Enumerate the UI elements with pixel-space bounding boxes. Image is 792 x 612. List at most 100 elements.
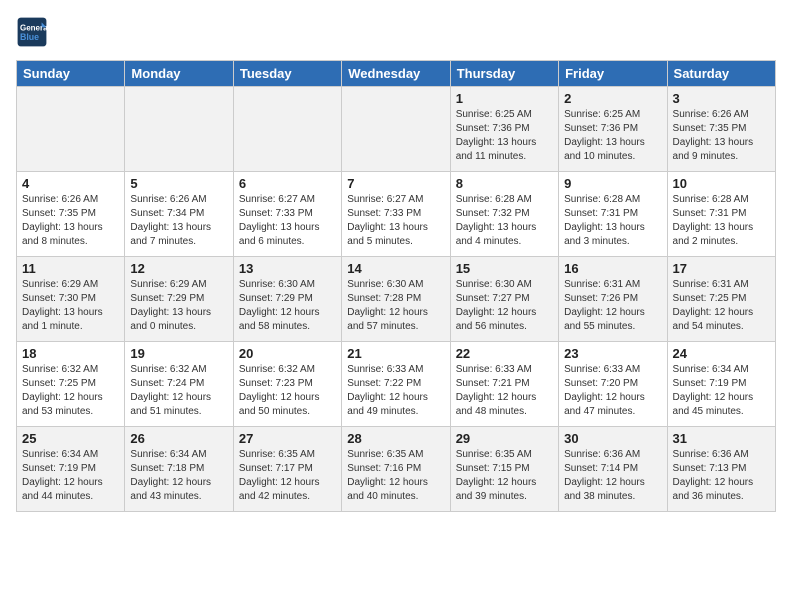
day-detail: Sunrise: 6:34 AM Sunset: 7:19 PM Dayligh…: [22, 448, 119, 504]
calendar-week-row: 11 Sunrise: 6:29 AM Sunset: 7:30 PM Dayli…: [17, 257, 776, 342]
day-number: 12: [130, 261, 227, 276]
column-header-monday: Monday: [125, 61, 233, 87]
day-number: 26: [130, 431, 227, 446]
day-detail: Sunrise: 6:26 AM Sunset: 7:35 PM Dayligh…: [22, 193, 119, 249]
day-detail: Sunrise: 6:27 AM Sunset: 7:33 PM Dayligh…: [239, 193, 336, 249]
day-detail: Sunrise: 6:29 AM Sunset: 7:30 PM Dayligh…: [22, 278, 119, 334]
day-detail: Sunrise: 6:35 AM Sunset: 7:15 PM Dayligh…: [456, 448, 553, 504]
svg-text:Blue: Blue: [20, 32, 39, 42]
calendar-cell: 7Sunrise: 6:27 AM Sunset: 7:33 PM Daylig…: [342, 172, 450, 257]
calendar-cell: 16 Sunrise: 6:31 AM Sunset: 7:26 PM Dayli…: [559, 257, 667, 342]
calendar-cell: 8Sunrise: 6:28 AM Sunset: 7:32 PM Daylig…: [450, 172, 558, 257]
calendar-cell: 31 Sunrise: 6:36 AM Sunset: 7:13 PM Dayli…: [667, 427, 775, 512]
day-number: 20: [239, 346, 336, 361]
calendar-cell: [125, 87, 233, 172]
day-number: 28: [347, 431, 444, 446]
calendar-cell: 9 Sunrise: 6:28 AM Sunset: 7:31 PM Daylig…: [559, 172, 667, 257]
day-detail: Sunrise: 6:30 AM Sunset: 7:27 PM Dayligh…: [456, 278, 553, 334]
column-header-wednesday: Wednesday: [342, 61, 450, 87]
day-detail: Sunrise: 6:35 AM Sunset: 7:17 PM Dayligh…: [239, 448, 336, 504]
day-detail: Sunrise: 6:29 AM Sunset: 7:29 PM Dayligh…: [130, 278, 227, 334]
calendar-cell: 23Sunrise: 6:33 AM Sunset: 7:20 PM Dayli…: [559, 342, 667, 427]
day-number: 13: [239, 261, 336, 276]
day-number: 18: [22, 346, 119, 361]
day-detail: Sunrise: 6:34 AM Sunset: 7:18 PM Dayligh…: [130, 448, 227, 504]
column-header-saturday: Saturday: [667, 61, 775, 87]
calendar-cell: 29 Sunrise: 6:35 AM Sunset: 7:15 PM Dayli…: [450, 427, 558, 512]
logo: General Blue: [16, 16, 52, 48]
calendar-week-row: 18Sunrise: 6:32 AM Sunset: 7:25 PM Dayli…: [17, 342, 776, 427]
day-number: 16: [564, 261, 661, 276]
calendar-cell: 20 Sunrise: 6:32 AM Sunset: 7:23 PM Dayli…: [233, 342, 341, 427]
day-detail: Sunrise: 6:36 AM Sunset: 7:13 PM Dayligh…: [673, 448, 770, 504]
calendar-cell: [17, 87, 125, 172]
calendar-cell: 21 Sunrise: 6:33 AM Sunset: 7:22 PM Dayli…: [342, 342, 450, 427]
day-number: 27: [239, 431, 336, 446]
day-number: 8: [456, 176, 553, 191]
day-detail: Sunrise: 6:33 AM Sunset: 7:21 PM Dayligh…: [456, 363, 553, 419]
day-number: 19: [130, 346, 227, 361]
day-detail: Sunrise: 6:31 AM Sunset: 7:25 PM Dayligh…: [673, 278, 770, 334]
day-detail: Sunrise: 6:26 AM Sunset: 7:34 PM Dayligh…: [130, 193, 227, 249]
day-detail: Sunrise: 6:36 AM Sunset: 7:14 PM Dayligh…: [564, 448, 661, 504]
day-number: 17: [673, 261, 770, 276]
column-header-sunday: Sunday: [17, 61, 125, 87]
day-detail: Sunrise: 6:35 AM Sunset: 7:16 PM Dayligh…: [347, 448, 444, 504]
column-header-tuesday: Tuesday: [233, 61, 341, 87]
calendar-cell: 18Sunrise: 6:32 AM Sunset: 7:25 PM Dayli…: [17, 342, 125, 427]
day-detail: Sunrise: 6:32 AM Sunset: 7:23 PM Dayligh…: [239, 363, 336, 419]
day-number: 9: [564, 176, 661, 191]
calendar-cell: 1 Sunrise: 6:25 AM Sunset: 7:36 PM Daylig…: [450, 87, 558, 172]
day-number: 2: [564, 91, 661, 106]
day-number: 3: [673, 91, 770, 106]
day-detail: Sunrise: 6:25 AM Sunset: 7:36 PM Dayligh…: [456, 108, 553, 164]
column-header-friday: Friday: [559, 61, 667, 87]
calendar-cell: 3Sunrise: 6:26 AM Sunset: 7:35 PM Daylig…: [667, 87, 775, 172]
day-number: 14: [347, 261, 444, 276]
calendar-cell: 17 Sunrise: 6:31 AM Sunset: 7:25 PM Dayli…: [667, 257, 775, 342]
day-detail: Sunrise: 6:28 AM Sunset: 7:31 PM Dayligh…: [564, 193, 661, 249]
day-detail: Sunrise: 6:33 AM Sunset: 7:20 PM Dayligh…: [564, 363, 661, 419]
day-number: 1: [456, 91, 553, 106]
calendar-cell: 28 Sunrise: 6:35 AM Sunset: 7:16 PM Dayli…: [342, 427, 450, 512]
day-number: 22: [456, 346, 553, 361]
calendar-header-row: SundayMondayTuesdayWednesdayThursdayFrid…: [17, 61, 776, 87]
day-detail: Sunrise: 6:34 AM Sunset: 7:19 PM Dayligh…: [673, 363, 770, 419]
day-detail: Sunrise: 6:31 AM Sunset: 7:26 PM Dayligh…: [564, 278, 661, 334]
calendar-cell: 19Sunrise: 6:32 AM Sunset: 7:24 PM Dayli…: [125, 342, 233, 427]
calendar-cell: 22 Sunrise: 6:33 AM Sunset: 7:21 PM Dayli…: [450, 342, 558, 427]
calendar-cell: 30 Sunrise: 6:36 AM Sunset: 7:14 PM Dayli…: [559, 427, 667, 512]
calendar-week-row: 4 Sunrise: 6:26 AM Sunset: 7:35 PM Daylig…: [17, 172, 776, 257]
day-number: 5: [130, 176, 227, 191]
calendar-cell: 13Sunrise: 6:30 AM Sunset: 7:29 PM Dayli…: [233, 257, 341, 342]
day-number: 31: [673, 431, 770, 446]
day-number: 11: [22, 261, 119, 276]
logo-icon: General Blue: [16, 16, 48, 48]
calendar-week-row: 25Sunrise: 6:34 AM Sunset: 7:19 PM Dayli…: [17, 427, 776, 512]
day-number: 30: [564, 431, 661, 446]
day-number: 21: [347, 346, 444, 361]
day-number: 15: [456, 261, 553, 276]
calendar-cell: 12 Sunrise: 6:29 AM Sunset: 7:29 PM Dayli…: [125, 257, 233, 342]
column-header-thursday: Thursday: [450, 61, 558, 87]
calendar-cell: 11 Sunrise: 6:29 AM Sunset: 7:30 PM Dayli…: [17, 257, 125, 342]
calendar-cell: 25Sunrise: 6:34 AM Sunset: 7:19 PM Dayli…: [17, 427, 125, 512]
day-detail: Sunrise: 6:28 AM Sunset: 7:31 PM Dayligh…: [673, 193, 770, 249]
calendar-cell: 6Sunrise: 6:27 AM Sunset: 7:33 PM Daylig…: [233, 172, 341, 257]
calendar-cell: [342, 87, 450, 172]
calendar-cell: 4 Sunrise: 6:26 AM Sunset: 7:35 PM Daylig…: [17, 172, 125, 257]
day-number: 4: [22, 176, 119, 191]
calendar-cell: [233, 87, 341, 172]
calendar-cell: 2 Sunrise: 6:25 AM Sunset: 7:36 PM Daylig…: [559, 87, 667, 172]
day-number: 29: [456, 431, 553, 446]
calendar-cell: 10Sunrise: 6:28 AM Sunset: 7:31 PM Dayli…: [667, 172, 775, 257]
day-detail: Sunrise: 6:33 AM Sunset: 7:22 PM Dayligh…: [347, 363, 444, 419]
calendar-cell: 24 Sunrise: 6:34 AM Sunset: 7:19 PM Dayli…: [667, 342, 775, 427]
calendar-cell: 26 Sunrise: 6:34 AM Sunset: 7:18 PM Dayli…: [125, 427, 233, 512]
day-detail: Sunrise: 6:25 AM Sunset: 7:36 PM Dayligh…: [564, 108, 661, 164]
calendar-table: SundayMondayTuesdayWednesdayThursdayFrid…: [16, 60, 776, 512]
calendar-cell: 5 Sunrise: 6:26 AM Sunset: 7:34 PM Daylig…: [125, 172, 233, 257]
calendar-cell: 15 Sunrise: 6:30 AM Sunset: 7:27 PM Dayli…: [450, 257, 558, 342]
day-number: 24: [673, 346, 770, 361]
day-detail: Sunrise: 6:30 AM Sunset: 7:28 PM Dayligh…: [347, 278, 444, 334]
